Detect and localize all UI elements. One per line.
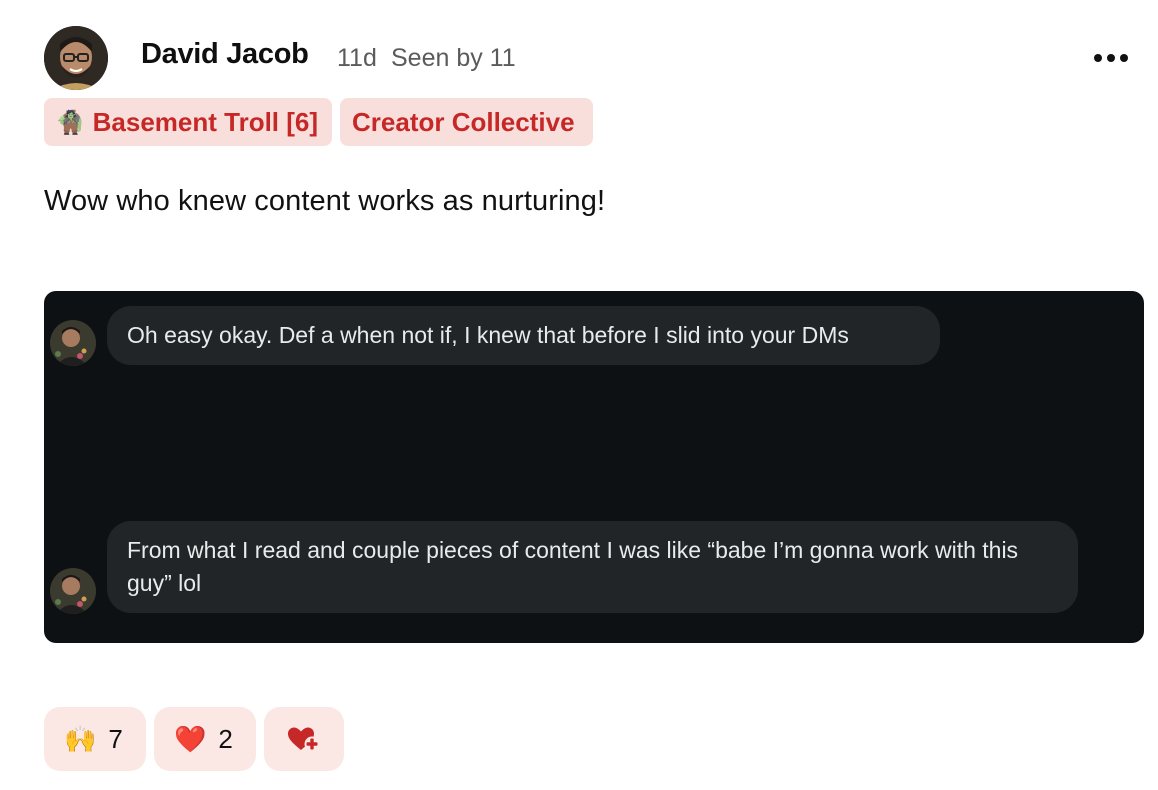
chat-avatar: [50, 320, 96, 366]
raised-hands-icon: 🙌: [64, 723, 97, 754]
post-image[interactable]: Oh easy okay. Def a when not if, I knew …: [44, 291, 1144, 643]
heart-plus-icon: [288, 727, 320, 752]
tag-label: Basement Troll [6]: [92, 106, 319, 137]
tag-basement-troll[interactable]: 🧌 Basement Troll [6]: [44, 98, 332, 146]
troll-icon: 🧌: [56, 108, 85, 135]
heart-icon: ❤️: [174, 723, 207, 754]
reaction-count: 7: [108, 723, 123, 754]
post-age: 11d: [337, 44, 377, 72]
seen-count[interactable]: Seen by 11: [391, 44, 516, 73]
dot-icon: [1120, 54, 1128, 62]
chat-message: Oh easy okay. Def a when not if, I knew …: [107, 306, 940, 365]
reaction-count: 2: [218, 723, 233, 754]
author-avatar[interactable]: [44, 26, 108, 90]
tag-creator-collective[interactable]: Creator Collective: [340, 98, 593, 146]
dot-icon: [1094, 54, 1102, 62]
more-options-icon[interactable]: [1094, 50, 1128, 66]
chat-message: From what I read and couple pieces of co…: [107, 521, 1078, 613]
reaction-raised-hands[interactable]: 🙌 7: [44, 707, 146, 771]
author-name[interactable]: David Jacob: [141, 38, 309, 71]
tag-label: Creator Collective: [352, 106, 575, 137]
post-body: Wow who knew content works as nurturing!: [44, 185, 606, 217]
dot-icon: [1107, 54, 1115, 62]
add-reaction-button[interactable]: [264, 707, 344, 771]
chat-avatar: [50, 568, 96, 614]
reaction-heart[interactable]: ❤️ 2: [154, 707, 256, 771]
